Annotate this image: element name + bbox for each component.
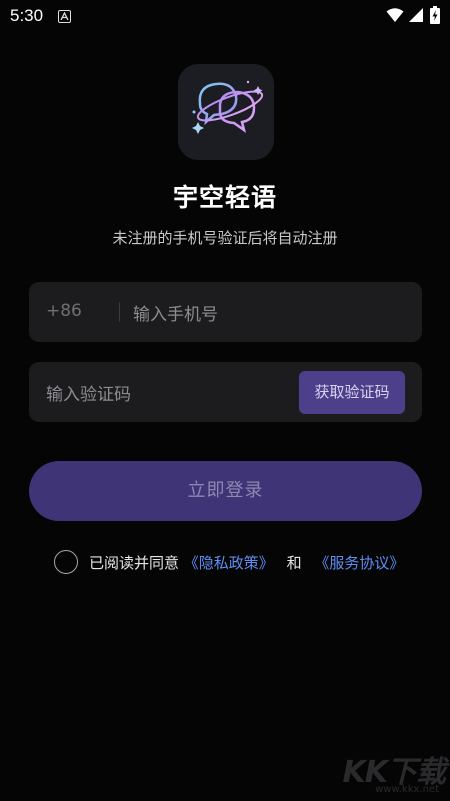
status-bar: 5:30 xyxy=(0,0,450,32)
watermark: KK下载 www.kkx.net xyxy=(330,747,446,797)
agreement-prefix: 已阅读并同意 xyxy=(89,554,180,572)
get-code-button[interactable]: 获取验证码 xyxy=(299,371,405,414)
verification-code-input[interactable]: 输入验证码 xyxy=(46,380,131,405)
service-agreement-link[interactable]: 《服务协议》 xyxy=(314,552,404,573)
login-screen: 5:30 宇空轻语 未注册的手机号验证后将自动注册 +86 输入手机号 输入验证… xyxy=(0,0,450,801)
phone-field[interactable]: +86 输入手机号 xyxy=(29,282,422,342)
agreement-text: 已阅读并同意 《隐私政策》 和 《服务协议》 xyxy=(89,552,404,573)
verification-code-field[interactable]: 输入验证码 获取验证码 xyxy=(29,362,422,422)
country-code[interactable]: +86 xyxy=(46,301,82,321)
app-logo-icon xyxy=(178,64,274,160)
phone-input[interactable]: 输入手机号 xyxy=(133,300,218,325)
watermark-url: www.kkx.net xyxy=(375,784,439,795)
register-hint: 未注册的手机号验证后将自动注册 xyxy=(112,229,338,247)
agreement-and: 和 xyxy=(286,554,302,572)
app-name: 宇空轻语 xyxy=(172,183,277,212)
field-divider xyxy=(119,302,120,322)
privacy-policy-link[interactable]: 《隐私政策》 xyxy=(184,552,274,573)
wifi-icon xyxy=(386,8,404,22)
login-button[interactable]: 立即登录 xyxy=(29,461,422,521)
battery-charging-icon xyxy=(430,6,440,24)
agreement-row: 已阅读并同意 《隐私政策》 和 《服务协议》 xyxy=(54,549,414,575)
app-notification-icon xyxy=(58,10,71,23)
signal-icon xyxy=(409,8,423,22)
agree-checkbox[interactable] xyxy=(54,550,78,574)
status-time: 5:30 xyxy=(10,6,44,25)
